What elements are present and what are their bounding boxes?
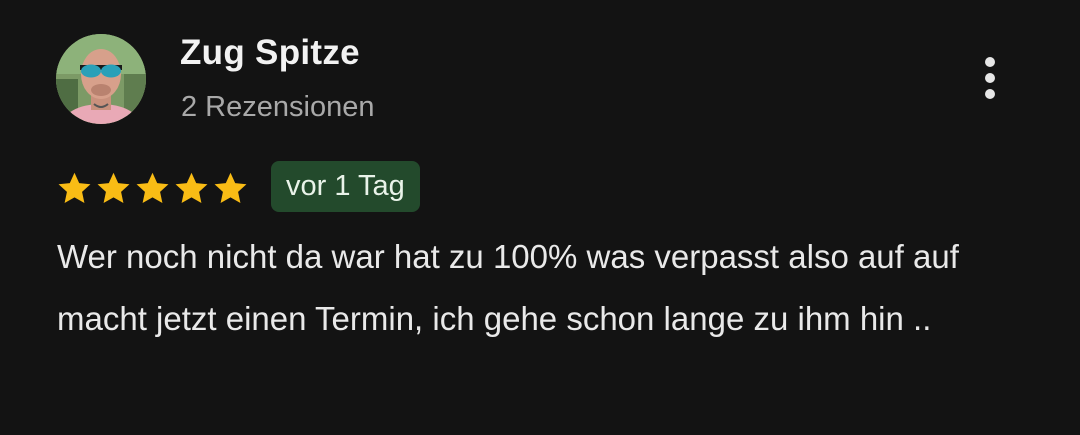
review-count: 2 Rezensionen: [181, 91, 375, 123]
review-date-chip: vor 1 Tag: [271, 161, 420, 212]
star-icon: [214, 172, 247, 203]
more-options-button[interactable]: [966, 52, 1014, 104]
star-icon: [97, 172, 130, 203]
author-name[interactable]: Zug Spitze: [180, 33, 360, 73]
review-card: Zug Spitze 2 Rezensionen vor 1 Tag Wer n…: [0, 0, 1080, 435]
review-text[interactable]: Wer noch nicht da war hat zu 100% was ve…: [57, 226, 1047, 350]
star-icon: [136, 172, 169, 203]
star-icon: [175, 172, 208, 203]
star-icon: [58, 172, 91, 203]
avatar-image: [56, 34, 146, 124]
avatar[interactable]: [56, 34, 146, 124]
star-rating: [56, 168, 249, 208]
more-vert-icon: [985, 57, 995, 99]
